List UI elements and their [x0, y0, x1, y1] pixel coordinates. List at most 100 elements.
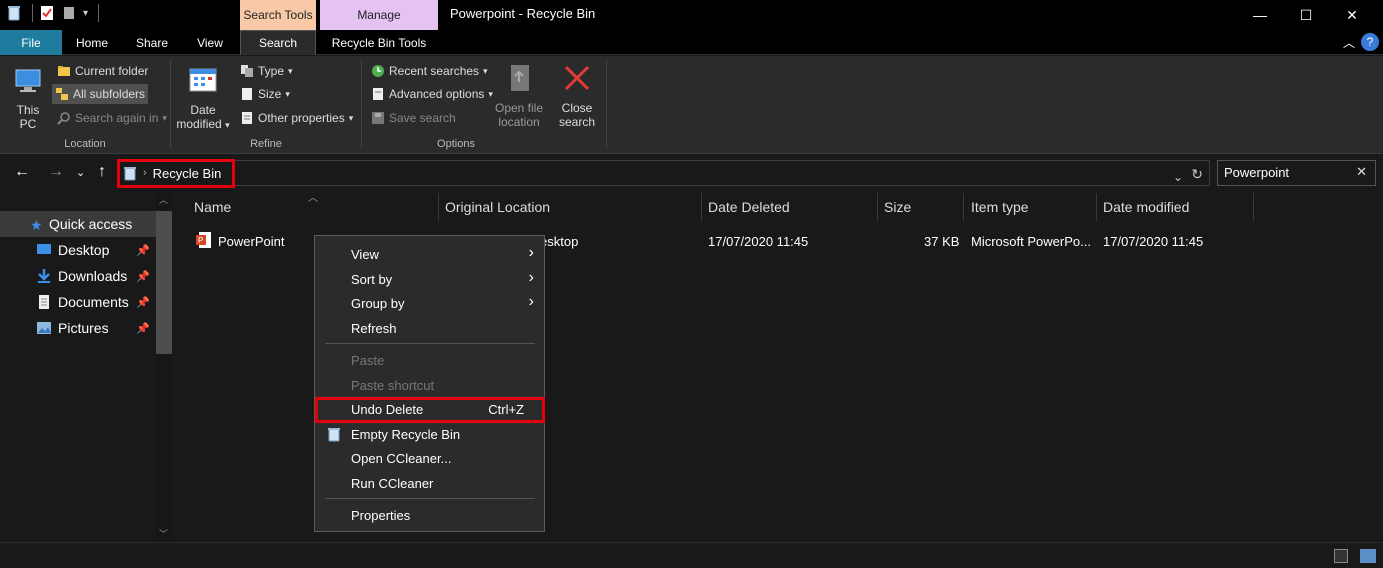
menu-separator	[325, 343, 535, 344]
other-properties-button[interactable]: Other properties ▾	[237, 108, 356, 128]
file-name[interactable]: PowerPoint	[218, 234, 284, 249]
menu-item-open-ccleaner[interactable]: Open CCleaner...	[351, 451, 451, 466]
sidebar-item-downloads[interactable]: Downloads 📌	[0, 263, 156, 289]
chevron-down-icon: ▾	[348, 112, 354, 123]
recent-locations-icon[interactable]: ⌄	[76, 166, 85, 179]
qat-separator	[32, 4, 33, 22]
clear-search-icon[interactable]: ✕	[1356, 164, 1367, 180]
column-divider[interactable]	[963, 193, 964, 221]
refresh-icon[interactable]: ↻	[1191, 166, 1203, 183]
calendar-icon	[189, 68, 217, 92]
tab-share[interactable]: Share	[122, 30, 182, 55]
sort-ascending-icon: ︿	[308, 193, 318, 204]
download-icon	[38, 269, 50, 283]
tab-search[interactable]: Search	[240, 30, 316, 55]
details-view-icon[interactable]	[1334, 549, 1348, 563]
tab-recycle-bin-tools[interactable]: Recycle Bin Tools	[320, 30, 438, 55]
recent-searches-button[interactable]: Recent searches ▾	[368, 61, 491, 81]
sidebar-item-quick-access[interactable]: ★ Quick access	[0, 211, 156, 237]
date-modified-button[interactable]: Date modified ▾	[175, 64, 231, 132]
file-size: 37 KB	[924, 234, 960, 249]
column-header-original-location[interactable]: Original Location	[445, 199, 550, 215]
pin-icon[interactable]: 📌	[136, 244, 150, 257]
pin-icon[interactable]: 📌	[136, 296, 150, 309]
sidebar-item-pictures[interactable]: Pictures 📌	[0, 315, 156, 341]
current-folder-button[interactable]: Current folder	[54, 61, 151, 81]
menu-item-run-ccleaner[interactable]: Run CCleaner	[351, 476, 433, 491]
powerpoint-file-icon: P	[196, 232, 211, 248]
forward-arrow-icon[interactable]: →	[48, 163, 64, 181]
column-header-name[interactable]: Name	[194, 199, 231, 215]
maximize-button[interactable]: ☐	[1283, 0, 1329, 30]
address-bar[interactable]: › Recycle Bin ⌄ ↻	[118, 160, 1210, 186]
column-header-date-modified[interactable]: Date modified	[1103, 199, 1189, 215]
search-again-in-button[interactable]: Search again in ▾	[54, 108, 170, 128]
help-icon[interactable]: ?	[1361, 33, 1379, 51]
column-divider[interactable]	[701, 193, 702, 221]
properties-icon[interactable]	[39, 4, 55, 22]
sidebar-item-documents[interactable]: Documents 📌	[0, 289, 156, 315]
close-search-button[interactable]: Close search	[552, 62, 602, 129]
recent-searches-label: Recent searches	[389, 64, 480, 78]
search-input[interactable]: Powerpoint ✕	[1217, 160, 1376, 186]
tab-home[interactable]: Home	[62, 30, 122, 55]
type-button[interactable]: Type ▾	[237, 61, 296, 81]
column-header-item-type[interactable]: Item type	[971, 199, 1029, 215]
chevron-right-icon: ›	[528, 269, 534, 286]
pin-icon[interactable]: 📌	[136, 270, 150, 283]
address-dropdown-icon[interactable]: ⌄	[1173, 170, 1183, 184]
open-file-location-button[interactable]: Open file location	[492, 62, 546, 129]
minimize-button[interactable]: —	[1237, 0, 1283, 30]
tab-file[interactable]: File	[0, 30, 62, 55]
file-original-location: esktop	[540, 234, 579, 249]
ribbon: This PC Current folder All subfolders Se…	[0, 56, 1383, 154]
size-button[interactable]: Size ▾	[237, 84, 293, 104]
column-divider[interactable]	[877, 193, 878, 221]
back-arrow-icon[interactable]: ←	[14, 163, 30, 181]
pin-icon[interactable]: 📌	[136, 322, 150, 335]
type-icon	[241, 65, 253, 77]
open-file-location-icon	[511, 65, 529, 91]
menu-item-properties[interactable]: Properties	[351, 508, 410, 523]
column-divider[interactable]	[1096, 193, 1097, 221]
collapse-ribbon-icon[interactable]: ︿	[1343, 34, 1355, 51]
folder-icon	[58, 66, 70, 76]
close-search-label-line1: Close	[561, 101, 593, 115]
all-subfolders-button[interactable]: All subfolders	[52, 84, 149, 104]
column-divider[interactable]	[1253, 193, 1254, 221]
context-menu: View › Sort by › Group by › Refresh Past…	[314, 235, 545, 532]
column-divider[interactable]	[438, 193, 439, 221]
size-label: Size	[258, 87, 282, 101]
star-icon: ★	[30, 217, 43, 233]
scroll-down-icon[interactable]: ﹀	[159, 527, 168, 540]
search-icon	[57, 112, 70, 125]
ribbon-divider	[606, 60, 607, 148]
type-label: Type	[258, 64, 285, 78]
search-input-value: Powerpoint	[1224, 165, 1290, 180]
menu-item-group-by[interactable]: Group by	[351, 296, 404, 311]
pictures-icon	[37, 322, 51, 334]
tab-view[interactable]: View	[182, 30, 238, 55]
close-button[interactable]: ✕	[1329, 0, 1375, 30]
column-header-size[interactable]: Size	[884, 199, 911, 215]
large-icons-view-icon[interactable]	[1360, 549, 1376, 563]
menu-item-empty-recycle-bin[interactable]: Empty Recycle Bin	[351, 427, 460, 442]
recycle-bin-icon[interactable]	[6, 4, 22, 22]
menu-item-view[interactable]: View	[351, 247, 379, 262]
size-icon	[242, 88, 252, 100]
advanced-options-button[interactable]: Advanced options ▾	[368, 84, 496, 104]
menu-item-refresh[interactable]: Refresh	[351, 321, 397, 336]
menu-item-sort-by[interactable]: Sort by	[351, 272, 392, 287]
nav-scrollbar-thumb[interactable]	[156, 211, 172, 354]
this-pc-button[interactable]: This PC	[8, 64, 48, 131]
column-header-date-deleted[interactable]: Date Deleted	[708, 199, 790, 215]
qat-separator	[98, 4, 100, 22]
window-title: Powerpoint - Recycle Bin	[450, 6, 596, 21]
customize-qat-icon[interactable]: ▾	[83, 8, 88, 19]
scroll-up-icon[interactable]: ︿	[159, 193, 168, 206]
up-arrow-icon[interactable]: ↑	[98, 163, 106, 181]
address-row: ← → ⌄ ↑ › Recycle Bin ⌄ ↻ Powerpoint ✕	[0, 155, 1383, 191]
new-folder-icon[interactable]	[61, 4, 77, 22]
save-search-button[interactable]: Save search	[368, 108, 459, 128]
sidebar-item-desktop[interactable]: Desktop 📌	[0, 237, 156, 263]
